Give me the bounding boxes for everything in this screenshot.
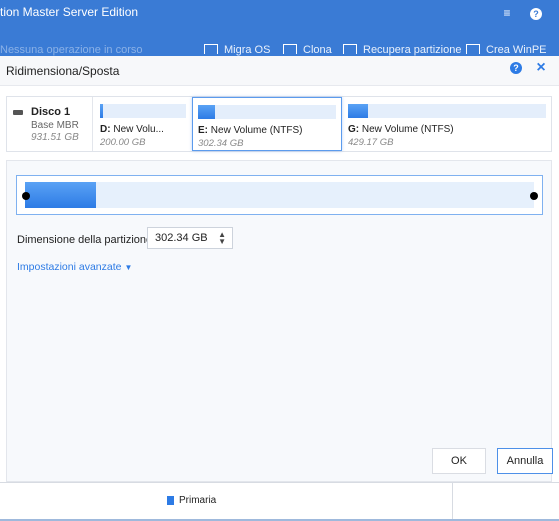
cancel-button[interactable]: Annulla (497, 448, 553, 474)
partition-usage-fill (100, 104, 104, 118)
spinner-icon[interactable]: ▲ ▼ (218, 231, 226, 246)
clone-icon (283, 44, 297, 54)
partition-usage-bar (100, 104, 186, 118)
partition-letter: E: (198, 125, 208, 136)
primary-partition-swatch (167, 496, 174, 505)
partition-e[interactable]: E: New Volume (NTFS) 302.34 GB (192, 97, 342, 151)
partition-size: 429.17 GB (348, 137, 394, 148)
partition-size-label: Dimensione della partizione: (17, 234, 156, 246)
partition-label: D: New Volu... (100, 124, 164, 135)
partition-label: G: New Volume (NTFS) (348, 124, 454, 135)
dialog-help-icon[interactable]: ? (510, 62, 522, 74)
partition-letter: D: (100, 124, 111, 135)
toolbar-clone[interactable]: Clona (283, 44, 332, 56)
partition-resize-slider[interactable] (16, 175, 543, 215)
dialog-header: Ridimensiona/Sposta ? × (0, 56, 559, 86)
pending-operations-label: Nessuna operazione in corso (0, 44, 143, 56)
dialog-title: Ridimensiona/Sposta (6, 64, 120, 78)
primary-partition-legend: Primaria (179, 495, 217, 506)
toolbar-clone-label: Clona (303, 44, 332, 56)
divider (452, 483, 453, 521)
disk-name: Disco 1 (31, 106, 71, 118)
partition-name: New Volume (NTFS) (361, 124, 454, 135)
ok-button[interactable]: OK (432, 448, 486, 474)
partition-usage-bar (348, 104, 546, 118)
slider-used-fill (25, 182, 97, 208)
partition-usage-fill (198, 105, 215, 119)
winpe-icon (466, 44, 480, 54)
toolbar-recover-partition[interactable]: Recupera partizione (343, 44, 461, 56)
migrate-os-icon (204, 44, 218, 54)
disk-size: 931.51 GB (31, 132, 79, 143)
disk-type: Base MBR (31, 120, 79, 131)
app-titlebar: tion Master Server Edition ≡ ? (0, 0, 559, 26)
partition-d[interactable]: D: New Volu... 200.00 GB (95, 97, 191, 151)
toolbar-recover-partition-label: Recupera partizione (363, 44, 462, 56)
disk-info: Disco 1 Base MBR 931.51 GB (7, 97, 93, 151)
partition-legend-bar: Primaria (0, 482, 559, 521)
partition-size: 200.00 GB (100, 137, 146, 148)
resize-move-dialog: Ridimensiona/Sposta ? × Disco 1 Base MBR… (0, 56, 559, 482)
resize-editor: Dimensione della partizione: 302.34 GB ▲… (6, 160, 552, 482)
toolbar-migrate-os-label: Migra OS (224, 44, 271, 56)
partition-size-input[interactable]: 302.34 GB ▲ ▼ (147, 227, 233, 249)
partition-size: 302.34 GB (198, 138, 244, 149)
help-icon[interactable]: ? (528, 5, 544, 21)
chevron-down-icon: ▼ (124, 263, 133, 272)
menu-icon[interactable]: ≡ (499, 5, 515, 21)
partition-letter: G: (348, 124, 360, 135)
recover-partition-icon (343, 44, 357, 54)
toolbar-create-winpe[interactable]: Crea WinPE (466, 44, 547, 56)
slider-right-handle[interactable] (530, 192, 538, 200)
app-title: tion Master Server Edition (0, 5, 139, 19)
pending-operations-button[interactable]: Nessuna operazione in corso (0, 44, 142, 56)
partition-usage-bar (198, 105, 336, 119)
partition-usage-fill (348, 104, 368, 118)
disk-icon (13, 110, 23, 115)
toolbar-migrate-os[interactable]: Migra OS (204, 44, 270, 56)
partition-g[interactable]: G: New Volume (NTFS) 429.17 GB (343, 97, 551, 151)
partition-size-value: 302.34 GB (155, 232, 208, 244)
dialog-close-icon[interactable]: × (534, 59, 548, 77)
advanced-settings-label: Impostazioni avanzate (17, 261, 122, 273)
advanced-settings-link[interactable]: Impostazioni avanzate ▼ (17, 261, 132, 273)
partition-label: E: New Volume (NTFS) (198, 125, 302, 136)
slider-track (25, 182, 534, 208)
app-toolbar: Nessuna operazione in corso Migra OS Clo… (0, 26, 559, 56)
toolbar-create-winpe-label: Crea WinPE (486, 44, 547, 56)
disk-map: Disco 1 Base MBR 931.51 GB D: New Volu..… (6, 96, 552, 152)
partition-name: New Volume (NTFS) (210, 125, 303, 136)
slider-left-handle[interactable] (22, 192, 30, 200)
partition-name: New Volu... (113, 124, 164, 135)
